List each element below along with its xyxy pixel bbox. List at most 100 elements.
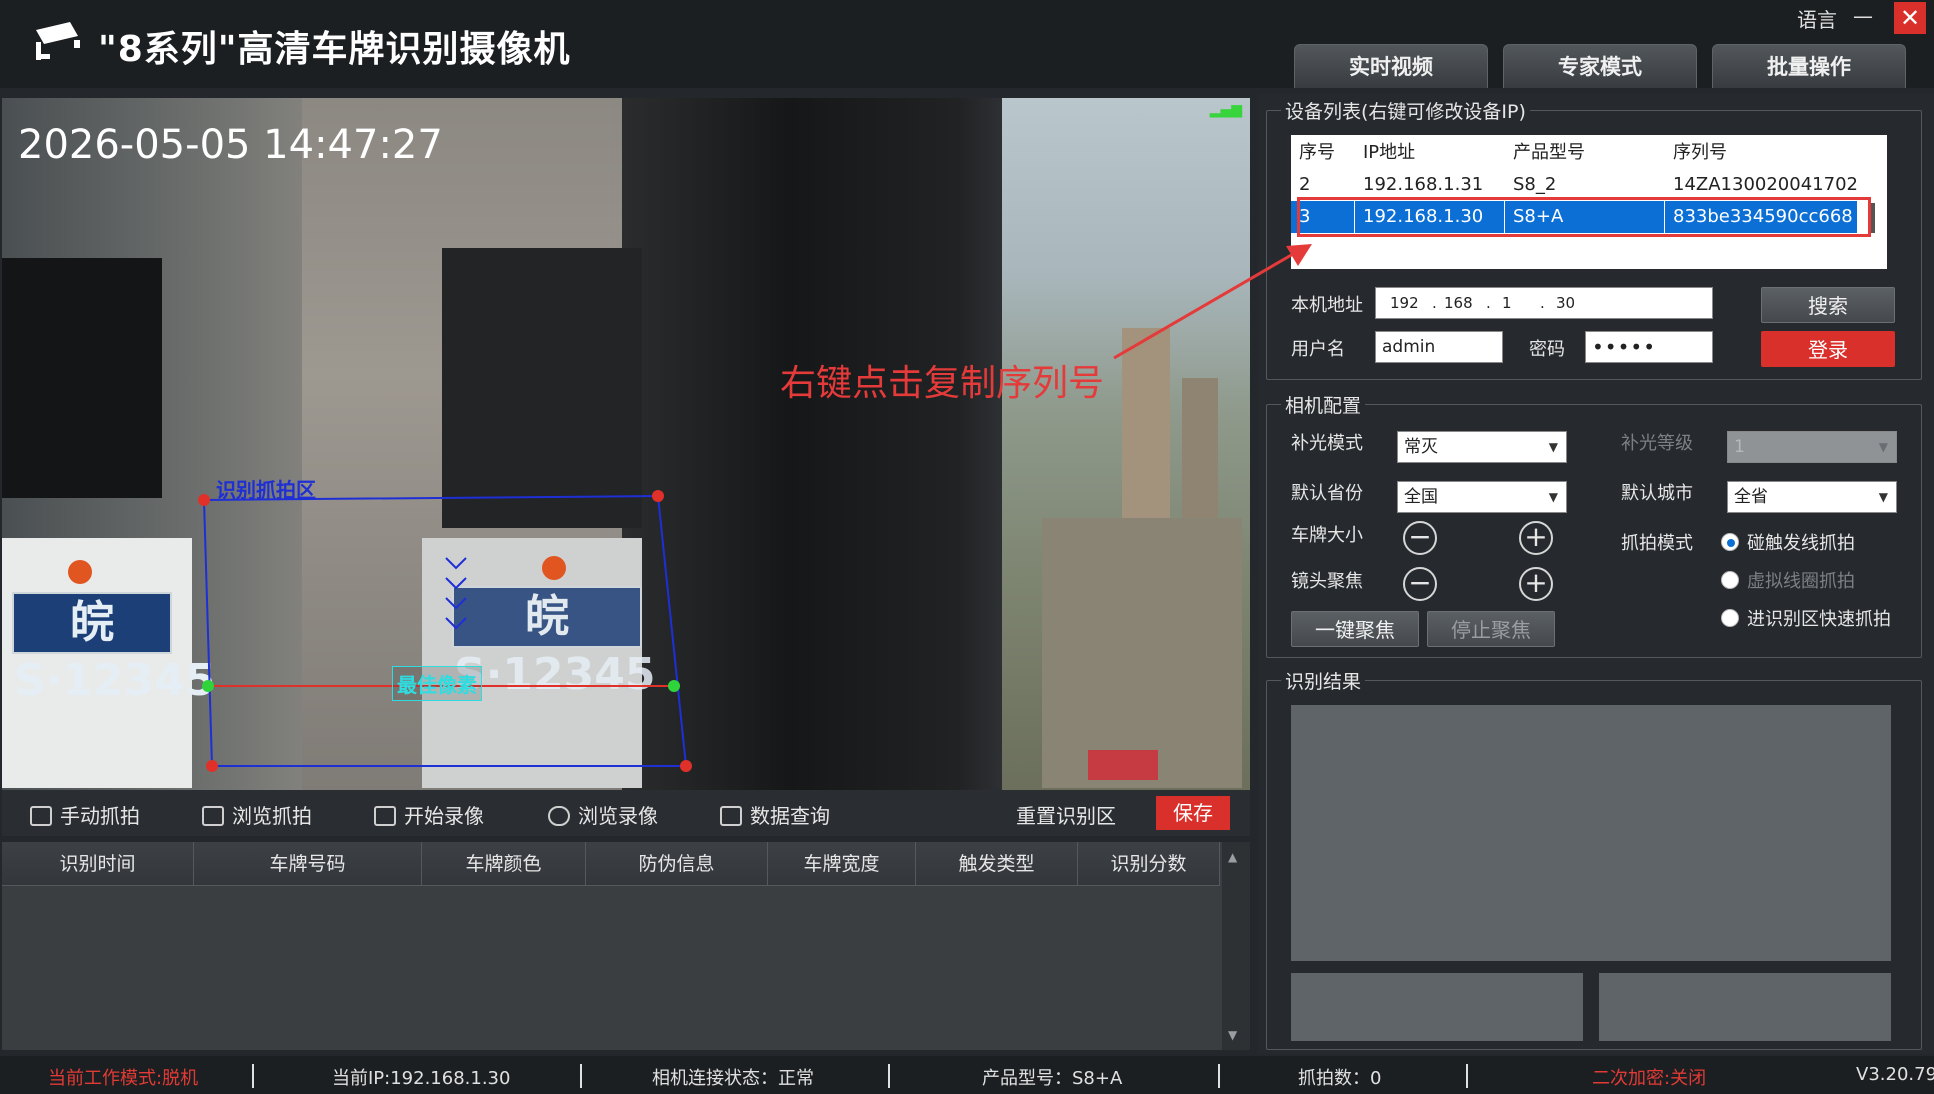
- vertical-scrollbar[interactable]: ▲ ▼: [1222, 842, 1250, 1050]
- column-header[interactable]: 产品型号: [1505, 137, 1665, 169]
- ip-part: 30: [1556, 294, 1576, 312]
- live-video-view[interactable]: 皖S·12345 皖S·12345 2026-05-05 14:47:27 ▂▄…: [2, 98, 1250, 790]
- capture-mode-label: 抓拍模式: [1621, 533, 1693, 554]
- work-mode-status: 当前工作模式:脱机: [48, 1068, 199, 1089]
- column-header[interactable]: IP地址: [1355, 137, 1505, 169]
- column-header[interactable]: 车牌宽度: [768, 842, 916, 886]
- search-button[interactable]: 搜索: [1761, 287, 1895, 323]
- recognition-result-table[interactable]: 识别时间 车牌号码 车牌颜色 防伪信息 车牌宽度 触发类型 识别分数 ▲ ▼: [2, 842, 1250, 1050]
- default-province-select[interactable]: 全国 ▼: [1397, 481, 1567, 513]
- highlight-box: [1297, 197, 1871, 237]
- plate-image-area: [1291, 973, 1583, 1041]
- zone-label: 识别抓拍区: [216, 478, 316, 502]
- column-header[interactable]: 序列号: [1665, 137, 1855, 169]
- ip-part: 192: [1390, 294, 1419, 312]
- browse-snap-button[interactable]: 浏览抓拍: [202, 800, 312, 829]
- password-field[interactable]: •••••: [1585, 331, 1713, 363]
- plate-size-increase-icon[interactable]: +: [1519, 521, 1553, 555]
- radio-fast-capture[interactable]: [1721, 609, 1739, 627]
- default-city-select[interactable]: 全省 ▼: [1727, 481, 1897, 513]
- manual-snap-button[interactable]: 手动抓拍: [30, 800, 140, 829]
- language-button[interactable]: 语言: [1797, 4, 1837, 33]
- zone-handle[interactable]: [198, 494, 210, 506]
- trigger-line-handle[interactable]: [202, 680, 214, 692]
- save-button[interactable]: 保存: [1156, 796, 1230, 830]
- zone-handle[interactable]: [680, 760, 692, 772]
- button-label: 浏览录像: [578, 804, 658, 828]
- select-value: 全省: [1734, 487, 1768, 507]
- current-ip-status: 当前IP:192.168.1.30: [332, 1068, 511, 1089]
- dropdown-arrow-icon: ▼: [1548, 440, 1558, 454]
- title-bar: "8系列"高清车牌识别摄像机 语言 — ✕ 实时视频 专家模式 批量操作: [0, 0, 1934, 88]
- ip-dot: .: [1540, 294, 1545, 312]
- image-icon: [202, 806, 224, 826]
- zone-handle[interactable]: [652, 490, 664, 502]
- video-toolbar: 手动抓拍 浏览抓拍 开始录像 浏览录像 数据查询 重置识别区 保存: [2, 790, 1250, 836]
- reset-zone-button[interactable]: 重置识别区: [1016, 800, 1116, 829]
- column-header[interactable]: 车牌颜色: [422, 842, 586, 886]
- plate-size-decrease-icon[interactable]: −: [1403, 521, 1437, 555]
- radio-virtual-coil[interactable]: [1721, 571, 1739, 589]
- dropdown-arrow-icon: ▼: [1548, 490, 1558, 504]
- scrollbar-thumb[interactable]: [1871, 203, 1875, 233]
- capture-mode-option[interactable]: 进识别区快速抓拍: [1747, 605, 1891, 631]
- auto-focus-button[interactable]: 一键聚焦: [1291, 611, 1419, 647]
- start-record-button[interactable]: 开始录像: [374, 800, 484, 829]
- tab-batch-operation[interactable]: 批量操作: [1712, 44, 1906, 88]
- right-panel: 设备列表(右键可修改设备IP) 序号 IP地址 产品型号 序列号 2 192.1…: [1258, 94, 1934, 1054]
- table-header: 识别时间 车牌号码 车牌颜色 防伪信息 车牌宽度 触发类型 识别分数: [2, 842, 1220, 886]
- tab-label: 实时视频: [1349, 55, 1433, 79]
- radio-touch-line[interactable]: [1721, 533, 1739, 551]
- focus-increase-icon[interactable]: +: [1519, 567, 1553, 601]
- recognition-zone-overlay[interactable]: [2, 98, 1250, 790]
- tab-expert-mode[interactable]: 专家模式: [1503, 44, 1697, 88]
- scroll-down-icon[interactable]: ▼: [1228, 1028, 1237, 1042]
- select-value: 常灭: [1404, 437, 1438, 457]
- divider: [888, 1064, 890, 1088]
- scroll-up-icon[interactable]: ▲: [1228, 850, 1237, 864]
- camera-icon: [30, 806, 52, 826]
- select-value: 全国: [1404, 487, 1438, 507]
- data-query-button[interactable]: 数据查询: [720, 800, 830, 829]
- browse-record-button[interactable]: 浏览录像: [548, 800, 658, 829]
- divider: [1466, 1064, 1468, 1088]
- camera-config-group: 相机配置 补光模式 常灭 ▼ 补光等级 1 ▼ 默认省份 全国 ▼ 默认城市 全省 ▼ …: [1266, 391, 1922, 658]
- status-bar: 当前工作模式:脱机 当前IP:192.168.1.30 相机连接状态：正常 产品…: [0, 1056, 1934, 1094]
- play-circle-icon: [548, 806, 570, 826]
- column-header[interactable]: 触发类型: [916, 842, 1078, 886]
- column-header[interactable]: 车牌号码: [194, 842, 422, 886]
- app-window: "8系列"高清车牌识别摄像机 语言 — ✕ 实时视频 专家模式 批量操作 皖S·…: [0, 0, 1934, 1094]
- stop-focus-button[interactable]: 停止聚焦: [1427, 611, 1555, 647]
- column-header[interactable]: 序号: [1291, 137, 1355, 169]
- ip-part: 1: [1502, 294, 1512, 312]
- login-button[interactable]: 登录: [1761, 331, 1895, 367]
- button-label: 浏览抓拍: [232, 804, 312, 828]
- tab-label: 批量操作: [1767, 55, 1851, 79]
- product-model-status: 产品型号：S8+A: [982, 1068, 1123, 1089]
- ip-address-field[interactable]: 192 . 168 . 1 . 30: [1375, 287, 1713, 319]
- dropdown-arrow-icon: ▼: [1878, 440, 1888, 454]
- group-title: 识别结果: [1281, 667, 1366, 694]
- button-label: 开始录像: [404, 804, 484, 828]
- best-pixel-label: 最佳像素: [392, 666, 482, 701]
- capture-mode-option[interactable]: 虚拟线圈抓拍: [1747, 567, 1855, 593]
- divider: [580, 1064, 582, 1088]
- column-header[interactable]: 防伪信息: [586, 842, 768, 886]
- default-city-label: 默认城市: [1621, 483, 1693, 504]
- username-field[interactable]: admin: [1375, 331, 1503, 363]
- minimize-button[interactable]: —: [1853, 4, 1873, 28]
- tab-live-video[interactable]: 实时视频: [1294, 44, 1488, 88]
- focus-decrease-icon[interactable]: −: [1403, 567, 1437, 601]
- app-title: "8系列"高清车牌识别摄像机: [98, 29, 571, 70]
- table-header: 序号 IP地址 产品型号 序列号: [1291, 137, 1887, 169]
- trigger-line-handle[interactable]: [668, 680, 680, 692]
- zone-handle[interactable]: [206, 760, 218, 772]
- divider: [1218, 1064, 1220, 1088]
- column-header[interactable]: 识别分数: [1078, 842, 1220, 886]
- version-label: V3.20.79: [1856, 1064, 1934, 1085]
- close-button[interactable]: ✕: [1894, 2, 1926, 34]
- connection-status: 相机连接状态：正常: [652, 1068, 814, 1089]
- column-header[interactable]: 识别时间: [2, 842, 194, 886]
- fill-light-mode-select[interactable]: 常灭 ▼: [1397, 431, 1567, 463]
- capture-mode-option[interactable]: 碰触发线抓拍: [1747, 529, 1855, 555]
